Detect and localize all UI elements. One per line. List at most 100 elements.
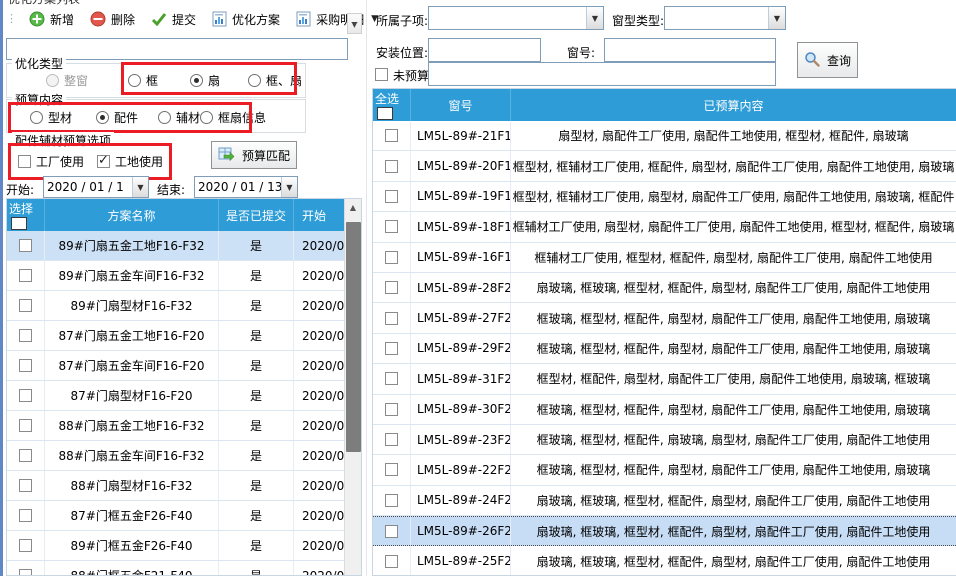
row-checkbox[interactable] bbox=[385, 342, 398, 355]
row-select-checkbox-cell[interactable] bbox=[7, 501, 45, 530]
plan-table-row[interactable]: 87#门框五金F26-F40是2020/0 bbox=[7, 501, 361, 531]
row-select-checkbox-cell[interactable] bbox=[373, 425, 411, 454]
plan-name-column-header[interactable]: 方案名称 bbox=[45, 199, 219, 231]
row-select-checkbox-cell[interactable] bbox=[7, 261, 45, 290]
window-no-column-header[interactable]: 窗号 bbox=[411, 89, 511, 121]
chevron-down-icon[interactable]: ▼ bbox=[281, 177, 297, 197]
row-select-checkbox-cell[interactable] bbox=[373, 486, 411, 515]
date-end-picker[interactable]: 2020 / 01 / 13 ▼ bbox=[194, 176, 298, 198]
row-checkbox[interactable] bbox=[19, 569, 32, 576]
row-checkbox[interactable] bbox=[385, 190, 398, 203]
row-checkbox[interactable] bbox=[385, 555, 398, 568]
plan-table-row[interactable]: 87#门扇五金工地F16-F20是2020/0 bbox=[7, 321, 361, 351]
row-checkbox[interactable] bbox=[19, 419, 32, 432]
radio-frame-sash-info[interactable]: 框扇信息 bbox=[200, 109, 266, 126]
plan-table-row[interactable]: 88#门扇五金车间F16-F32是2020/0 bbox=[7, 441, 361, 471]
plan-table-row[interactable]: 89#门扇五金车间F16-F32是2020/0 bbox=[7, 261, 361, 291]
row-select-checkbox-cell[interactable] bbox=[7, 351, 45, 380]
row-checkbox[interactable] bbox=[19, 389, 32, 402]
window-table-row[interactable]: LM5L-89#-18F16框辅材工厂使用, 扇型材, 扇配件工厂使用, 扇配件… bbox=[373, 212, 956, 242]
checkbox-site-use[interactable]: 工地使用 bbox=[97, 153, 163, 170]
plan-table-row[interactable]: 87#门扇型材F16-F20是2020/0 bbox=[7, 381, 361, 411]
row-checkbox[interactable] bbox=[385, 433, 398, 446]
row-select-checkbox-cell[interactable] bbox=[373, 364, 411, 393]
select-all-checkbox[interactable] bbox=[377, 107, 393, 120]
row-select-checkbox-cell[interactable] bbox=[373, 517, 411, 545]
plan-table-row[interactable]: 89#门框五金F26-F40是2020/0 bbox=[7, 531, 361, 561]
row-select-checkbox-cell[interactable] bbox=[373, 395, 411, 424]
checkbox-factory-use[interactable]: 工厂使用 bbox=[18, 153, 84, 170]
window-table-row[interactable]: LM5L-89#-19F17框型材, 框辅材工厂使用, 扇型材, 扇配件工厂使用… bbox=[373, 182, 956, 212]
plan-table-row[interactable]: 87#门扇五金车间F16-F20是2020/0 bbox=[7, 351, 361, 381]
window-table-row[interactable]: LM5L-89#-26F24扇玻璃, 框玻璃, 框型材, 框配件, 扇型材, 扇… bbox=[373, 516, 956, 546]
row-select-checkbox-cell[interactable] bbox=[7, 561, 45, 576]
row-select-checkbox-cell[interactable] bbox=[373, 151, 411, 180]
window-table-row[interactable]: LM5L-89#-22F20框玻璃, 框型材, 框配件, 扇型材, 扇配件工厂使… bbox=[373, 455, 956, 485]
purchase-detail-button[interactable]: 采购明细 ▼ bbox=[290, 9, 384, 30]
delete-button[interactable]: 删除 bbox=[84, 9, 141, 30]
row-select-checkbox-cell[interactable] bbox=[7, 231, 45, 260]
row-checkbox[interactable] bbox=[385, 463, 398, 476]
plan-table-row[interactable]: 88#门扇型材F16-F32是2020/0 bbox=[7, 471, 361, 501]
budget-match-button[interactable]: 预算匹配 bbox=[211, 141, 297, 169]
row-checkbox[interactable] bbox=[19, 539, 32, 552]
row-checkbox[interactable] bbox=[19, 449, 32, 462]
window-type-dropdown[interactable]: ▼ bbox=[664, 6, 786, 30]
row-select-checkbox-cell[interactable] bbox=[373, 273, 411, 302]
window-table-row[interactable]: LM5L-89#-25F23扇玻璃, 框玻璃, 框型材, 框配件, 扇型材, 扇… bbox=[373, 546, 956, 576]
plan-table-row[interactable]: 88#门扇五金工地F16-F32是2020/0 bbox=[7, 411, 361, 441]
row-checkbox[interactable] bbox=[385, 525, 398, 538]
optimize-plan-button[interactable]: 优化方案 bbox=[206, 9, 286, 30]
row-select-checkbox-cell[interactable] bbox=[373, 303, 411, 332]
row-checkbox[interactable] bbox=[19, 239, 32, 252]
row-checkbox[interactable] bbox=[385, 220, 398, 233]
plan-table-scrollbar[interactable]: ▲ bbox=[344, 199, 361, 575]
window-table-row[interactable]: LM5L-89#-27F25框玻璃, 框型材, 框配件, 扇型材, 扇配件工厂使… bbox=[373, 303, 956, 333]
window-table-row[interactable]: LM5L-89#-16F15框辅材工厂使用, 框型材, 框配件, 扇型材, 扇配… bbox=[373, 243, 956, 273]
window-table-row[interactable]: LM5L-89#-21F19扇型材, 扇配件工厂使用, 扇配件工地使用, 框型材… bbox=[373, 121, 956, 151]
row-checkbox[interactable] bbox=[385, 372, 398, 385]
row-select-checkbox-cell[interactable] bbox=[7, 411, 45, 440]
window-table-row[interactable]: LM5L-89#-30F28框玻璃, 框型材, 框配件, 扇型材, 扇配件工厂使… bbox=[373, 395, 956, 425]
row-checkbox[interactable] bbox=[385, 281, 398, 294]
row-select-checkbox-cell[interactable] bbox=[7, 291, 45, 320]
row-checkbox[interactable] bbox=[19, 479, 32, 492]
row-select-checkbox-cell[interactable] bbox=[373, 121, 411, 150]
window-table-row[interactable]: LM5L-89#-29F27框玻璃, 框型材, 框配件, 扇型材, 扇配件工厂使… bbox=[373, 334, 956, 364]
add-button[interactable]: 新增 bbox=[23, 9, 80, 30]
window-table-row[interactable]: LM5L-89#-23F21框玻璃, 框型材, 框配件, 扇玻璃, 扇型材, 扇… bbox=[373, 425, 956, 455]
row-checkbox[interactable] bbox=[19, 269, 32, 282]
row-checkbox[interactable] bbox=[19, 359, 32, 372]
no-budget-checkbox[interactable] bbox=[375, 68, 388, 81]
row-checkbox[interactable] bbox=[385, 312, 398, 325]
plan-table-row[interactable]: 88#门框五金F21-F40是2020/0 bbox=[7, 561, 361, 576]
row-select-checkbox-cell[interactable] bbox=[7, 381, 45, 410]
radio-sash[interactable]: 扇 bbox=[190, 72, 220, 89]
radio-accessory[interactable]: 配件 bbox=[96, 109, 138, 126]
select-all-column-header[interactable]: 全选 bbox=[373, 89, 411, 121]
plan-table-row[interactable]: 89#门扇型材F16-F32是2020/0 bbox=[7, 291, 361, 321]
row-checkbox[interactable] bbox=[385, 251, 398, 264]
row-select-checkbox-cell[interactable] bbox=[373, 334, 411, 363]
row-checkbox[interactable] bbox=[385, 129, 398, 142]
row-checkbox[interactable] bbox=[19, 329, 32, 342]
date-start-picker[interactable]: 2020 / 01 / 1 ▼ bbox=[43, 176, 149, 198]
window-table-row[interactable]: LM5L-89#-31F29框型材, 框配件, 扇型材, 扇配件工厂使用, 扇配… bbox=[373, 364, 956, 394]
row-checkbox[interactable] bbox=[385, 160, 398, 173]
toolbar-overflow-button[interactable]: — ▼ bbox=[347, 13, 362, 34]
select-all-checkbox[interactable] bbox=[11, 217, 27, 230]
radio-auxiliary[interactable]: 辅材 bbox=[158, 109, 200, 126]
scrollbar-thumb[interactable] bbox=[346, 222, 361, 452]
row-checkbox[interactable] bbox=[385, 494, 398, 507]
scroll-up-icon[interactable]: ▲ bbox=[345, 199, 361, 216]
radio-whole-window[interactable]: 整窗 bbox=[46, 72, 88, 89]
radio-frame[interactable]: 框 bbox=[128, 72, 158, 89]
install-position-input[interactable] bbox=[428, 38, 541, 62]
row-select-checkbox-cell[interactable] bbox=[7, 321, 45, 350]
window-table-row[interactable]: LM5L-89#-20F18框型材, 框辅材工厂使用, 框配件, 扇型材, 扇配… bbox=[373, 151, 956, 181]
window-no-input[interactable] bbox=[604, 38, 776, 62]
row-checkbox[interactable] bbox=[385, 403, 398, 416]
row-select-checkbox-cell[interactable] bbox=[373, 182, 411, 211]
row-select-checkbox-cell[interactable] bbox=[373, 546, 411, 575]
row-select-checkbox-cell[interactable] bbox=[7, 441, 45, 470]
